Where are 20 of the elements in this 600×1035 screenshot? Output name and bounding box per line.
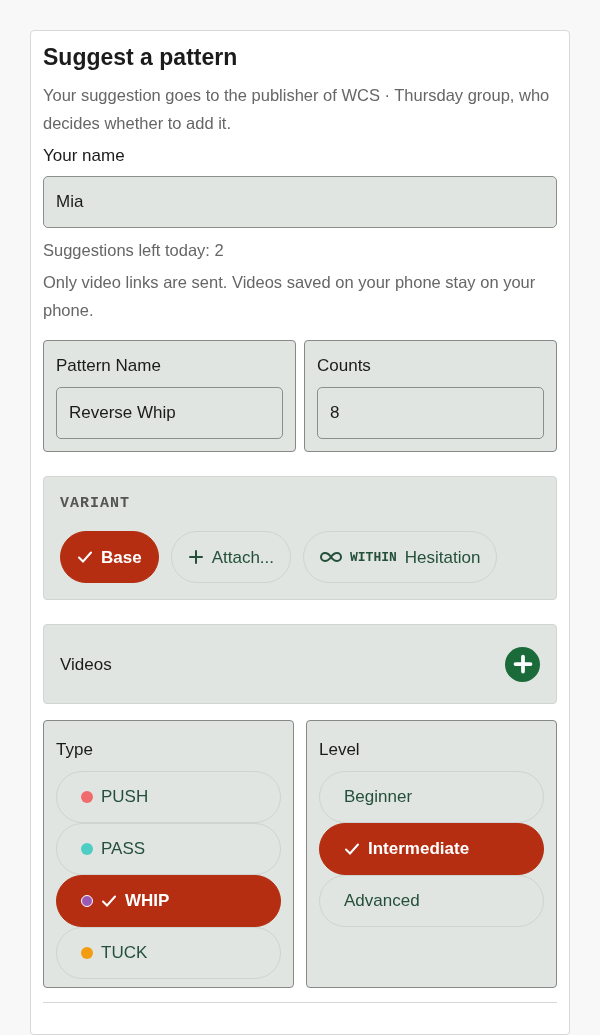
description-text: Your suggestion goes to the publisher of WCS · Thursday group, who decides whether to add it. <box>43 84 551 134</box>
add-video-button[interactable] <box>505 646 540 682</box>
field-label: Type <box>56 739 94 762</box>
info-text: Only video links are sent. Videos saved on your phone stay on your phone. <box>43 272 537 322</box>
option-chip[interactable]: WHIP <box>56 874 281 927</box>
field-label: Pattern Name <box>56 355 162 378</box>
plus-icon <box>512 654 533 675</box>
plus-icon <box>187 549 204 566</box>
field-label: Your name <box>43 144 126 167</box>
field-label: Counts <box>317 355 372 378</box>
name-input[interactable]: Mia <box>43 176 557 229</box>
text-input[interactable]: 8 <box>317 386 544 439</box>
suggestions-count: Suggestions left today: 2 <box>43 240 225 262</box>
section-label: Videos <box>60 653 112 676</box>
form-title: Suggest a pattern <box>43 43 239 72</box>
text-input[interactable]: Reverse Whip <box>56 386 283 439</box>
section-label: VARIANT <box>60 493 131 514</box>
option-chip[interactable]: Intermediate <box>319 822 544 875</box>
field-label: Level <box>319 739 361 762</box>
variant-chip[interactable]: Base <box>60 531 159 584</box>
